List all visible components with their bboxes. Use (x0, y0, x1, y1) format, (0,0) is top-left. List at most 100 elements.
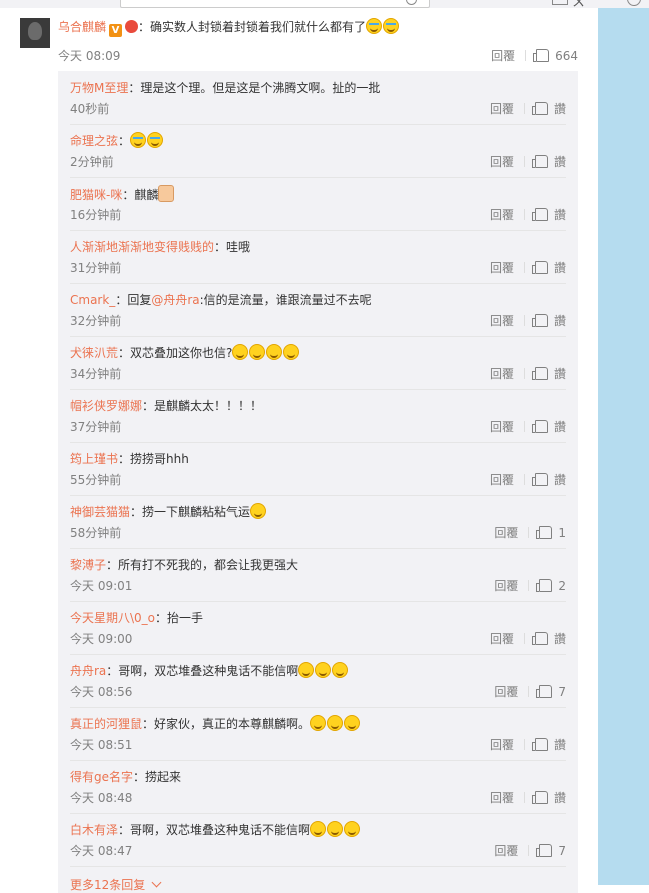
thumbs-up-icon (531, 208, 548, 221)
reply-username[interactable]: 命理之弦 (70, 134, 118, 148)
reply-time: 32分钟前 (70, 314, 122, 328)
reply-actions: 回覆 讚 (490, 101, 566, 117)
like-button[interactable]: 664 (533, 49, 578, 63)
reply-username[interactable]: 白木有泽 (70, 823, 118, 837)
reply-button[interactable]: 回覆 (494, 684, 518, 700)
verified-icon: V (109, 24, 123, 37)
like-button[interactable]: 讚 (531, 102, 566, 116)
divider (523, 262, 525, 273)
reply-username[interactable]: 人渐渐地渐渐地变得贱贱的 (70, 240, 214, 254)
reply-username[interactable]: 帽衫侠罗娜娜 (70, 399, 142, 413)
like-button[interactable]: 讚 (531, 261, 566, 275)
settings-icon[interactable] (627, 0, 641, 6)
like-button[interactable]: 讚 (531, 155, 566, 169)
reply-button[interactable]: 回覆 (490, 260, 514, 276)
reply-text-line: 舟舟ra：哥啊，双芯堆叠这种鬼话不能信啊 (70, 662, 349, 680)
thumbs-up-icon (531, 420, 548, 433)
like-button[interactable]: 讚 (531, 738, 566, 752)
reply-button[interactable]: 回覆 (490, 366, 514, 382)
reply-actions: 回覆 2 (494, 578, 566, 594)
reply-button[interactable]: 回覆 (494, 525, 518, 541)
reply-button[interactable]: 回覆 (490, 419, 514, 435)
reply-username[interactable]: 筠上瑾书 (70, 452, 118, 466)
reply-text: ：哥啊，双芯堆叠这种鬼话不能信啊 (118, 823, 311, 837)
divider (523, 739, 525, 750)
more-replies-link[interactable]: 更多12条回复 (70, 877, 162, 893)
reply-button[interactable]: 回覆 (490, 207, 514, 223)
reply-button[interactable]: 回覆 (494, 843, 518, 859)
reply-username[interactable]: Cmark_ (70, 293, 115, 307)
reply-button[interactable]: 回覆 (491, 48, 515, 64)
reply-text-line: 神御芸猫猫：捞一下麒麟粘粘气运 (70, 503, 267, 521)
smile-emoji (315, 662, 332, 678)
reply-time: 58分钟前 (70, 526, 122, 540)
reply-text-line: 筠上瑾书：捞捞哥hhh (70, 450, 189, 468)
reply-username[interactable]: 黎溥子 (70, 558, 106, 572)
reply-text-line: 人渐渐地渐渐地变得贱贱的：哇哦 (70, 238, 250, 256)
like-button[interactable]: 7 (536, 685, 566, 699)
thumbs-up-icon (531, 367, 548, 380)
reply-button[interactable]: 回覆 (490, 737, 514, 753)
comment-username[interactable]: 乌合麒麟 (58, 20, 106, 34)
reply-button[interactable]: 回覆 (490, 154, 514, 170)
avatar[interactable] (20, 18, 50, 48)
reply-username[interactable]: 犬徕汃荒 (70, 346, 118, 360)
reply-text: ：捞一下麒麟粘粘气运 (130, 505, 251, 519)
like-button[interactable]: 讚 (531, 314, 566, 328)
reply-actions: 回覆 讚 (490, 207, 566, 223)
reply-username[interactable]: 万物M至理 (70, 81, 128, 95)
reply-username[interactable]: 得有ge名字 (70, 770, 133, 784)
reply-actions: 回覆 讚 (490, 154, 566, 170)
reply-button[interactable]: 回覆 (490, 631, 514, 647)
divider (523, 421, 525, 432)
like-count: 讚 (553, 314, 566, 328)
list-item: 今天星期八\0_o：抬一手 今天 09:00 回覆 讚 (70, 601, 566, 655)
search-input[interactable] (120, 0, 430, 8)
reply-button[interactable]: 回覆 (490, 472, 514, 488)
comment-text: ：确实数人封锁着封锁着我们就什么都有了 (138, 20, 367, 34)
like-button[interactable]: 讚 (531, 367, 566, 381)
like-button[interactable]: 2 (536, 579, 566, 593)
list-item: 筠上瑾书：捞捞哥hhh 55分钟前 回覆 讚 (70, 442, 566, 496)
like-button[interactable]: 7 (536, 844, 566, 858)
reply-username[interactable]: 神御芸猫猫 (70, 505, 130, 519)
reply-button[interactable]: 回覆 (490, 101, 514, 117)
compose-icon[interactable] (552, 0, 568, 5)
reply-time: 55分钟前 (70, 473, 122, 487)
reply-text: ：捞捞哥hhh (118, 452, 189, 466)
like-button[interactable]: 讚 (531, 420, 566, 434)
smile-emoji (332, 662, 349, 678)
list-item: 舟舟ra：哥啊，双芯堆叠这种鬼话不能信啊 今天 08:56 回覆 7 (70, 654, 566, 708)
reply-button[interactable]: 回覆 (490, 790, 514, 806)
like-button[interactable]: 讚 (531, 791, 566, 805)
like-count: 讚 (553, 632, 566, 646)
like-button[interactable]: 讚 (531, 208, 566, 222)
laugh-cry-emoji (130, 132, 147, 148)
like-button[interactable]: 1 (536, 526, 566, 540)
reply-username[interactable]: 舟舟ra (70, 664, 106, 678)
reply-time: 今天 08:51 (70, 738, 133, 752)
thumbs-up-icon (531, 632, 548, 645)
side-scroll-area (598, 8, 649, 885)
mention-link[interactable]: @舟舟ra (151, 293, 199, 307)
reply-text-line: 肥猫咪-咪：麒麟 (70, 185, 175, 204)
reply-username[interactable]: 肥猫咪-咪 (70, 188, 122, 202)
thumbs-up-icon (536, 685, 553, 698)
reply-username[interactable]: 今天星期八\0_o (70, 611, 155, 625)
reply-actions: 回覆 讚 (490, 260, 566, 276)
reply-actions: 回覆 讚 (490, 419, 566, 435)
like-button[interactable]: 讚 (531, 473, 566, 487)
list-item: 白木有泽：哥啊，双芯堆叠这种鬼话不能信啊 今天 08:47 回覆 7 (70, 813, 566, 867)
comment-actions: 回覆 664 (491, 48, 578, 64)
divider (523, 474, 525, 485)
thumbs-up-icon (536, 526, 553, 539)
reply-username[interactable]: 真正的河狸鼠 (70, 717, 142, 731)
laugh-cry-emoji (147, 132, 164, 148)
reply-button[interactable]: 回覆 (490, 313, 514, 329)
list-item: 万物M至理：理是这个理。但是这是个沸腾文啊。扯的一批 40秒前 回覆 讚 (70, 71, 566, 125)
thumbs-up-icon (531, 314, 548, 327)
list-item: 神御芸猫猫：捞一下麒麟粘粘气运 58分钟前 回覆 1 (70, 495, 566, 549)
like-button[interactable]: 讚 (531, 632, 566, 646)
divider (523, 792, 525, 803)
reply-button[interactable]: 回覆 (494, 578, 518, 594)
